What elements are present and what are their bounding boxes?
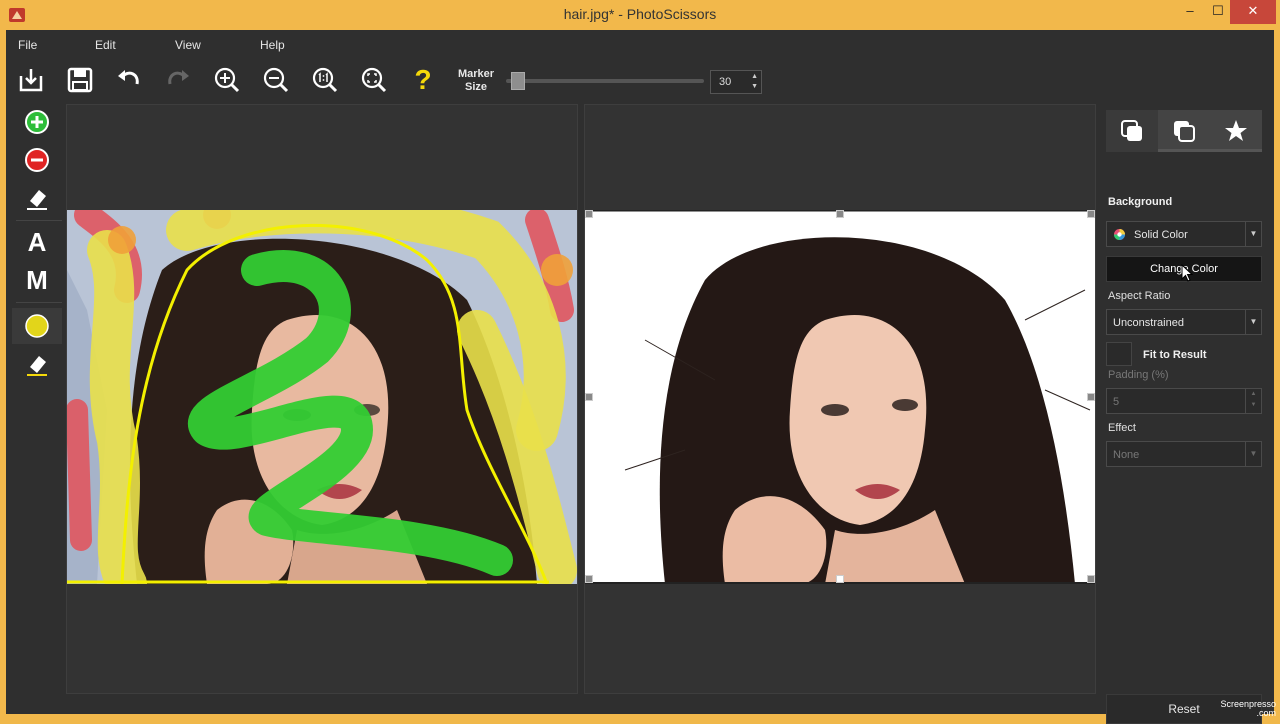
close-button[interactable]: ✕	[1230, 0, 1276, 24]
source-image-panel[interactable]	[66, 104, 578, 694]
tool-separator	[16, 302, 62, 303]
zoom-actual-size-icon	[312, 67, 338, 93]
tab-favorites[interactable]	[1210, 110, 1262, 152]
settings-tabs	[1106, 110, 1262, 152]
menu-bar: File Edit View Help	[6, 30, 1274, 60]
effect-label: Effect	[1108, 422, 1136, 434]
eraser-tool[interactable]	[12, 180, 62, 216]
result-photo-illustration	[585, 210, 1095, 584]
source-photo-illustration	[67, 210, 577, 584]
source-image[interactable]	[67, 210, 577, 584]
crop-handle[interactable]	[585, 210, 593, 218]
color-marker-tool[interactable]	[12, 308, 62, 344]
redo-button[interactable]	[162, 64, 194, 96]
toolbar: ? Marker Size 30 ▲ ▼	[6, 60, 1274, 100]
screenpresso-watermark: Screenpresso .com	[1220, 700, 1276, 718]
chevron-down-icon: ▼	[1245, 442, 1261, 466]
zoom-fit-icon	[361, 67, 387, 93]
menu-view[interactable]: View	[175, 38, 201, 52]
padding-label: Padding (%)	[1108, 369, 1169, 381]
spin-down-icon[interactable]: ▼	[751, 83, 758, 90]
chevron-down-icon: ▼	[1245, 222, 1261, 246]
padding-value: 5	[1113, 396, 1120, 408]
minus-circle-icon	[25, 148, 49, 172]
effect-value: None	[1113, 449, 1140, 461]
marker-size-slider-track[interactable]	[506, 79, 704, 83]
spin-arrows-icon: ▲ ▼	[1245, 389, 1261, 413]
question-mark-icon: ?	[414, 64, 432, 95]
crop-handle[interactable]	[585, 393, 593, 401]
crop-handle[interactable]	[1087, 393, 1095, 401]
yellow-circle-icon	[25, 314, 49, 338]
help-button[interactable]: ?	[407, 64, 439, 96]
crop-handle[interactable]	[836, 210, 844, 218]
remove-marker-tool[interactable]	[12, 142, 62, 178]
background-label: Background	[1108, 196, 1173, 208]
menu-file[interactable]: File	[18, 38, 37, 52]
watermark-line2: .com	[1256, 708, 1276, 718]
aspect-ratio-value: Unconstrained	[1113, 317, 1184, 329]
zoom-in-button[interactable]	[211, 64, 243, 96]
open-icon	[19, 69, 43, 92]
crop-handle[interactable]	[1087, 210, 1095, 218]
keep-marker-tool[interactable]	[12, 104, 62, 140]
crop-handle[interactable]	[585, 575, 593, 583]
zoom-out-icon	[263, 67, 289, 93]
eraser-icon	[27, 356, 47, 376]
menu-edit[interactable]: Edit	[95, 38, 116, 52]
color-wheel-icon	[1114, 229, 1125, 240]
layers-back-icon	[1174, 121, 1195, 142]
aspect-ratio-label: Aspect Ratio	[1108, 290, 1171, 302]
result-image-panel[interactable]	[584, 104, 1096, 694]
open-button[interactable]	[15, 64, 47, 96]
marker-size-value[interactable]: 30	[719, 76, 731, 88]
redo-icon	[168, 70, 189, 85]
crop-handle[interactable]	[1087, 575, 1095, 583]
undo-icon	[118, 70, 139, 85]
letter-m-icon: M	[26, 264, 48, 295]
zoom-out-button[interactable]	[260, 64, 292, 96]
fit-to-result-checkbox[interactable]	[1106, 342, 1132, 366]
chevron-down-icon: ▼	[1245, 310, 1261, 334]
marker-label-line1: Marker	[457, 68, 495, 80]
text-tool[interactable]: A	[12, 224, 62, 260]
spin-up-icon[interactable]: ▲	[751, 73, 758, 80]
letter-a-icon: A	[27, 226, 47, 257]
eraser-icon	[27, 190, 47, 210]
background-mode-value: Solid Color	[1134, 229, 1188, 241]
marker-size-label: Marker Size	[450, 68, 502, 94]
marker-size-spinner[interactable]: 30 ▲ ▼	[710, 70, 762, 94]
undo-button[interactable]	[113, 64, 145, 96]
zoom-in-icon	[214, 67, 240, 93]
save-icon	[67, 67, 93, 93]
tool-separator	[16, 220, 62, 221]
save-button[interactable]	[64, 64, 96, 96]
tab-background[interactable]	[1106, 110, 1158, 152]
fit-to-result-label: Fit to Result	[1143, 349, 1207, 361]
title-bar: hair.jpg* - PhotoScissors – ☐ ✕	[0, 0, 1280, 30]
star-icon	[1225, 120, 1247, 141]
layers-front-icon	[1121, 120, 1142, 141]
left-toolbox: A M	[12, 104, 62, 404]
color-eraser-tool[interactable]	[12, 346, 62, 382]
menu-help[interactable]: Help	[260, 38, 285, 52]
plus-circle-icon	[25, 110, 49, 134]
tab-foreground[interactable]	[1158, 110, 1210, 152]
app-frame: File Edit View Help ? Marker Size 30 ▲ ▼…	[6, 30, 1274, 724]
window-title: hair.jpg* - PhotoScissors	[563, 6, 717, 22]
mask-tool[interactable]: M	[12, 262, 62, 298]
app-window: hair.jpg* - PhotoScissors – ☐ ✕ File Edi…	[0, 0, 1280, 724]
actual-size-button[interactable]	[309, 64, 341, 96]
background-mode-select[interactable]: Solid Color ▼	[1106, 221, 1262, 247]
mouse-cursor-icon	[1181, 264, 1193, 282]
effect-select[interactable]: None ▼	[1106, 441, 1262, 467]
marker-label-line2: Size	[464, 81, 487, 93]
crop-handle[interactable]	[836, 575, 844, 583]
aspect-ratio-select[interactable]: Unconstrained ▼	[1106, 309, 1262, 335]
settings-panel: Background Solid Color ▼ Change Color As…	[1100, 104, 1274, 724]
fit-to-window-button[interactable]	[358, 64, 390, 96]
marker-size-slider-thumb[interactable]	[510, 72, 525, 90]
result-image[interactable]	[585, 210, 1095, 584]
padding-spinner[interactable]: 5 ▲ ▼	[1106, 388, 1262, 414]
